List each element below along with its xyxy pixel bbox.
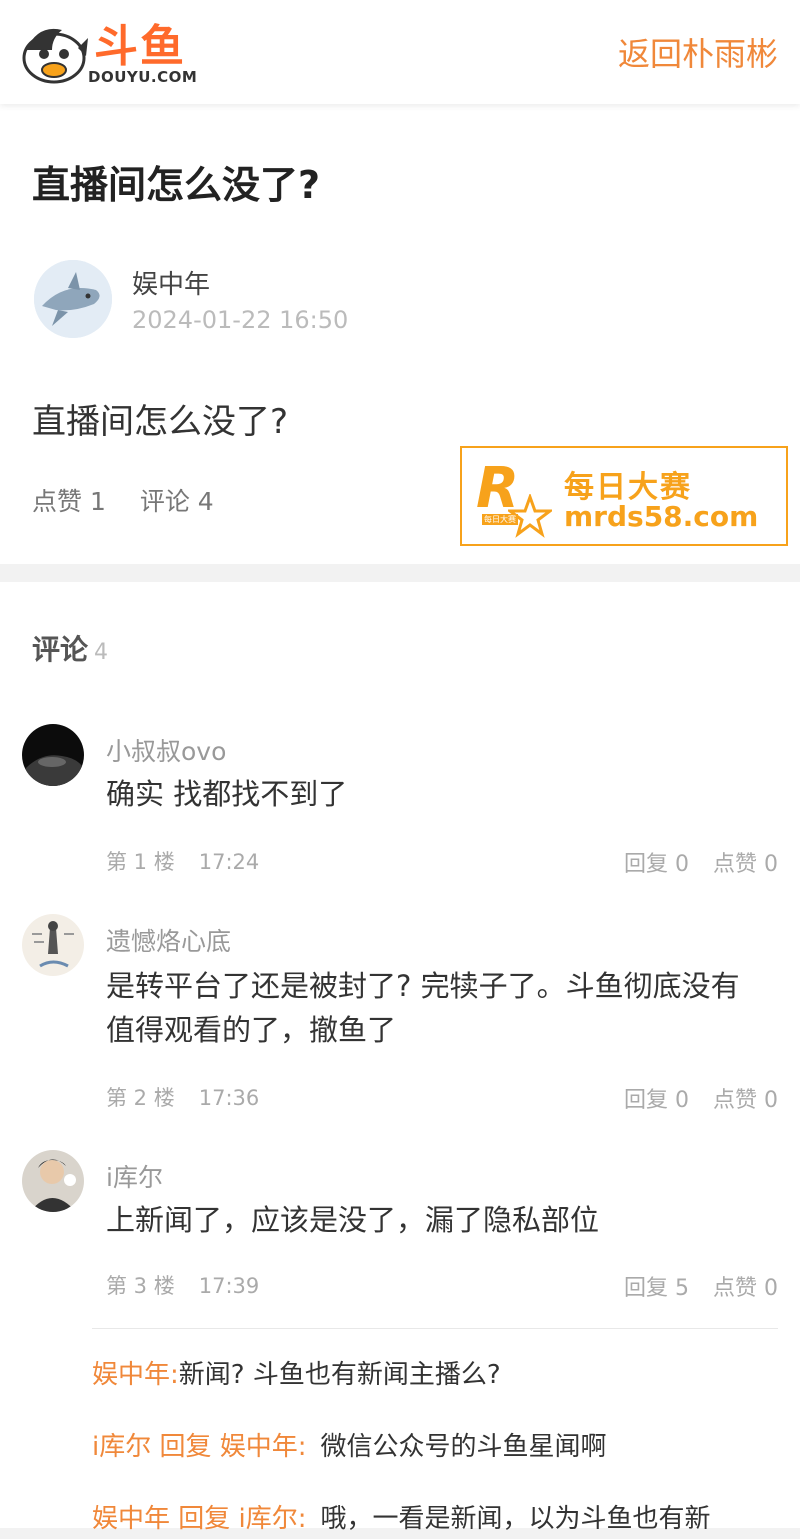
fish-mascot-icon — [22, 28, 88, 84]
reply-button[interactable]: 回复 0 — [624, 1088, 689, 1113]
post-title: 直播间怎么没了? — [32, 163, 321, 207]
comment-meta: 第 1 楼 17:24 — [106, 846, 259, 876]
reply-button[interactable]: 回复 0 — [624, 852, 689, 877]
post-body: 直播间怎么没了? — [32, 402, 289, 442]
comments-heading-label: 评论 — [32, 633, 89, 666]
user-avatar-icon — [22, 914, 84, 976]
comment-time: 17:36 — [198, 1086, 260, 1110]
comment-time: 17:24 — [198, 850, 260, 874]
shark-avatar-icon — [34, 260, 112, 338]
back-to-streamer-link[interactable]: 返回朴雨彬 — [618, 34, 778, 74]
author-avatar[interactable] — [34, 260, 112, 338]
commenter-avatar[interactable] — [22, 1150, 84, 1212]
user-avatar-icon — [22, 1150, 84, 1212]
douyu-logo[interactable]: 斗鱼 DOUYU.COM — [18, 20, 208, 90]
like-button[interactable]: 点赞 0 — [713, 852, 778, 877]
comments-section: 评论 4 小叔叔ovo 确实 找都找不到了 第 1 楼 17:24 回复 0 点赞 0… — [0, 582, 800, 1534]
post-comment-count[interactable]: 评论 4 — [140, 487, 214, 516]
reply-button[interactable]: 回复 5 — [624, 1276, 689, 1301]
reply-author[interactable]: i库尔 — [92, 1432, 151, 1462]
watermark-domain: mrds58.com — [564, 500, 759, 533]
watermark-badge: R 每日大赛 每日大赛 mrds58.com — [460, 446, 788, 546]
user-avatar-icon — [22, 724, 84, 786]
comment-time: 17:39 — [198, 1274, 260, 1298]
commenter-name[interactable]: 小叔叔ovo — [106, 732, 226, 768]
comment-text: 是转平台了还是被封了? 完犊子了。斗鱼彻底没有值得观看的了，撤鱼了 — [106, 969, 740, 1047]
comments-heading: 评论 4 — [32, 628, 108, 668]
reply-text: 新闻? 斗鱼也有新闻主播么? — [178, 1360, 501, 1390]
reply-item[interactable]: 娱中年 回复 i库尔: 哦，一看是新闻，以为斗鱼也有新 — [92, 1499, 711, 1539]
comment-meta: 第 2 楼 17:36 — [106, 1082, 259, 1112]
reply-text: 微信公众号的斗鱼星闻啊 — [320, 1432, 607, 1462]
reply-author[interactable]: 娱中年 — [92, 1504, 170, 1534]
author-name[interactable]: 娱中年 — [132, 264, 210, 301]
like-button[interactable]: 点赞 0 — [713, 1088, 778, 1113]
logo-domain: DOUYU.COM — [88, 68, 198, 86]
comment-floor: 第 3 楼 — [106, 1274, 175, 1298]
comment-text: 确实 找都找不到了 — [106, 777, 348, 811]
comment-floor: 第 1 楼 — [106, 850, 175, 874]
post-date: 2024-01-22 16:50 — [132, 306, 349, 334]
post-like-button[interactable]: 点赞 1 — [32, 487, 106, 516]
reply-target[interactable]: 回复 i库尔: — [170, 1504, 306, 1534]
reply-item[interactable]: i库尔 回复 娱中年: 微信公众号的斗鱼星闻啊 — [92, 1427, 607, 1467]
reply-text: 哦，一看是新闻，以为斗鱼也有新 — [320, 1504, 711, 1534]
commenter-name[interactable]: 遗憾烙心底 — [106, 922, 231, 958]
comment-actions: 回复 0 点赞 0 — [600, 1082, 778, 1114]
reply-target[interactable]: 回复 娱中年: — [151, 1432, 306, 1462]
commenter-avatar[interactable] — [22, 724, 84, 786]
reply-thread: 娱中年:新闻? 斗鱼也有新闻主播么? i库尔 回复 娱中年: 微信公众号的斗鱼星闻… — [92, 1328, 778, 1539]
comment-text: 上新闻了，应该是没了，漏了隐私部位 — [106, 1203, 600, 1237]
post-stats: 点赞 1 评论 4 — [32, 482, 248, 518]
reply-author[interactable]: 娱中年: — [92, 1360, 179, 1390]
logo-text: 斗鱼 — [94, 21, 186, 72]
watermark-small-label: 每日大赛 — [482, 514, 518, 525]
comment-meta: 第 3 楼 17:39 — [106, 1270, 259, 1300]
comment-actions: 回复 5 点赞 0 — [600, 1270, 778, 1302]
commenter-avatar[interactable] — [22, 914, 84, 976]
reply-item[interactable]: 娱中年:新闻? 斗鱼也有新闻主播么? — [92, 1355, 501, 1395]
top-header: 斗鱼 DOUYU.COM 返回朴雨彬 — [0, 0, 800, 104]
commenter-name[interactable]: i库尔 — [106, 1158, 163, 1194]
like-button[interactable]: 点赞 0 — [713, 1276, 778, 1301]
comment-floor: 第 2 楼 — [106, 1086, 175, 1110]
comment-actions: 回复 0 点赞 0 — [600, 846, 778, 878]
comments-count: 4 — [94, 640, 109, 665]
